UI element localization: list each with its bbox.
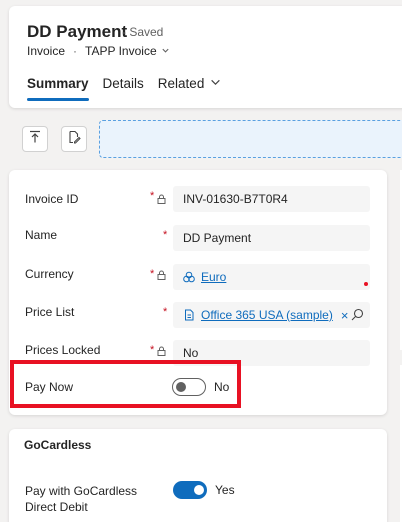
tab-summary-label: Summary [27,76,89,91]
gocardless-section: GoCardless Pay with GoCardless Direct De… [9,429,387,522]
required-indicator: * [163,306,168,318]
price-list-icon [183,309,195,321]
invoice-id-label: Invoice ID [25,192,79,206]
price-list-field: Office 365 USA (sample) × [173,302,370,328]
invoice-id-row: Invoice ID * INV-01630-B7T0R4 [9,186,387,214]
lock-icon [157,191,166,209]
required-indicator: * [150,344,155,356]
currency-link[interactable]: Euro [201,270,226,284]
entity-breadcrumb: Invoice · TAPP Invoice [27,44,170,58]
drop-zone[interactable] [99,120,402,158]
invoice-id-field[interactable]: INV-01630-B7T0R4 [173,186,370,212]
tab-related-label: Related [157,76,205,91]
name-label: Name [25,228,58,242]
required-indicator: * [150,190,155,202]
prices-locked-value: No [183,346,199,360]
direct-debit-label: Pay with GoCardless Direct Debit [25,484,138,514]
tab-list: Summary Details Related [27,76,235,101]
direct-debit-toggle[interactable] [173,481,207,499]
name-value: DD Payment [183,231,252,245]
remove-price-list-button[interactable]: × [341,308,349,323]
currency-icon [183,271,195,283]
chevron-down-icon [161,44,170,58]
edit-document-icon [67,130,81,149]
chevron-down-icon [210,76,221,91]
save-status: - Saved [122,25,164,39]
highlight-box [10,360,241,408]
record-title: DD Payment [27,22,128,41]
tab-details-label: Details [102,76,144,91]
price-list-label: Price List [25,305,75,319]
required-indicator: * [150,268,155,280]
upload-button[interactable] [22,126,48,152]
prices-locked-label: Prices Locked [25,343,101,357]
currency-field: Euro [173,264,370,290]
price-list-row: Price List * Office 365 USA (sample) × [9,302,387,330]
currency-label: Currency [25,267,74,281]
form-selector[interactable]: TAPP Invoice [85,44,170,58]
tab-related[interactable]: Related [158,76,222,101]
toggle-knob [194,485,204,495]
gocardless-heading: GoCardless [24,438,92,452]
lock-icon [157,267,166,285]
invoice-id-value: INV-01630-B7T0R4 [183,192,288,206]
search-icon[interactable] [351,308,364,324]
entity-name: Invoice [27,44,66,58]
direct-debit-state: Yes [215,483,235,497]
record-header: DD Payment - Saved Invoice · TAPP Invoic… [9,6,402,108]
name-row: Name * DD Payment [9,225,387,253]
tab-summary[interactable]: Summary [27,76,89,101]
lock-icon [157,343,166,361]
currency-row: Currency * Euro [9,264,387,292]
required-indicator: * [163,229,168,241]
tab-details[interactable]: Details [103,76,144,101]
price-list-link[interactable]: Office 365 USA (sample) [201,308,333,322]
breadcrumb-separator: · [73,44,78,58]
form-name: TAPP Invoice [85,44,157,58]
edit-form-button[interactable] [61,126,87,152]
upload-icon [28,130,42,149]
notification-dot [364,282,368,286]
name-field[interactable]: DD Payment [173,225,370,251]
